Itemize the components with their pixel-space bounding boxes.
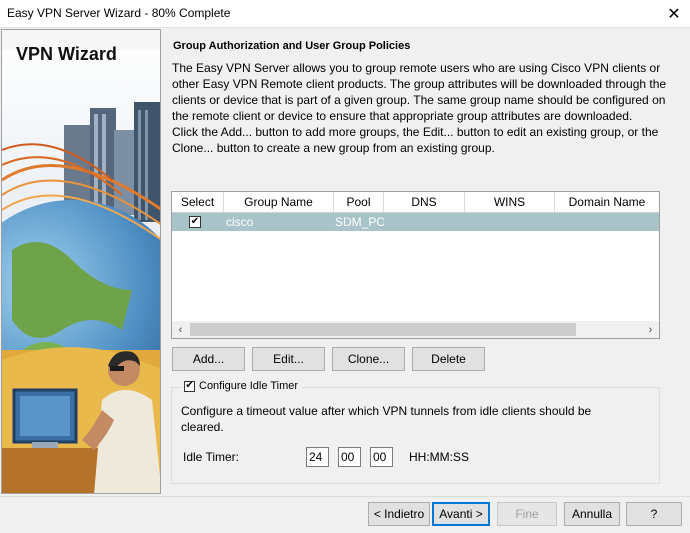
wizard-side-banner: VPN Wizard — [1, 29, 161, 494]
finish-button[interactable]: Fine — [497, 502, 557, 526]
idle-timer-help-line: Configure a timeout value after which VP… — [181, 404, 592, 418]
checkbox-checked-icon[interactable]: ✔ — [189, 216, 201, 228]
idle-hours-input[interactable]: 24 — [306, 447, 329, 467]
description-line: clients or device that is part of a give… — [172, 93, 666, 107]
row-select-cell[interactable]: ✔ — [172, 213, 224, 231]
idle-timer-toggle-label[interactable]: Configure Idle Timer — [199, 380, 298, 392]
description-text: The Easy VPN Server allows you to group … — [172, 60, 682, 156]
column-header-wins[interactable]: WINS — [465, 192, 555, 213]
edit-button[interactable]: Edit... — [252, 347, 325, 371]
table-row[interactable]: ✔ cisco SDM_PO — [172, 213, 659, 231]
title-bar: Easy VPN Server Wizard - 80% Complete ✕ — [0, 0, 690, 28]
next-button[interactable]: Avanti > — [432, 502, 490, 526]
page-heading: Group Authorization and User Group Polic… — [173, 40, 411, 52]
help-button[interactable]: ? — [626, 502, 682, 526]
vpn-wizard-illustration — [2, 30, 160, 493]
column-header-dns[interactable]: DNS — [384, 192, 465, 213]
scroll-right-icon[interactable]: › — [642, 321, 659, 338]
row-group-name: cisco — [226, 215, 254, 229]
description-line: the remote client or device to ensure th… — [172, 109, 633, 123]
checkbox-checked-icon[interactable]: ✔ — [184, 380, 195, 392]
column-header-domain-name[interactable]: Domain Name — [555, 192, 659, 213]
group-table[interactable]: Select Group Name Pool DNS WINS Domain N… — [171, 191, 660, 339]
back-button[interactable]: < Indietro — [368, 502, 430, 526]
idle-timer-group: ✔ Configure Idle Timer Configure a timeo… — [171, 380, 660, 484]
row-dns — [384, 213, 465, 231]
idle-seconds-input[interactable]: 00 — [370, 447, 393, 467]
wizard-content: Group Authorization and User Group Polic… — [170, 29, 685, 494]
row-domain-name — [555, 213, 659, 231]
idle-timer-help-line: cleared. — [181, 420, 224, 434]
idle-minutes-input[interactable]: 00 — [338, 447, 361, 467]
footer-divider — [0, 496, 690, 497]
description-line: other Easy VPN Remote client products. T… — [172, 77, 667, 91]
clone-button[interactable]: Clone... — [332, 347, 405, 371]
delete-button[interactable]: Delete — [412, 347, 485, 371]
cancel-button[interactable]: Annulla — [564, 502, 620, 526]
add-button[interactable]: Add... — [172, 347, 245, 371]
description-line: Clone... button to create a new group fr… — [172, 141, 495, 155]
scrollbar-thumb[interactable] — [190, 323, 576, 336]
window-title: Easy VPN Server Wizard - 80% Complete — [7, 6, 231, 20]
idle-timer-help: Configure a timeout value after which VP… — [181, 403, 651, 435]
idle-timer-format: HH:MM:SS — [409, 450, 469, 464]
column-header-pool[interactable]: Pool — [334, 192, 384, 213]
horizontal-scrollbar[interactable]: ‹ › — [172, 321, 659, 338]
idle-timer-toggle[interactable]: ✔ Configure Idle Timer — [180, 380, 303, 392]
column-header-group-name[interactable]: Group Name — [224, 192, 334, 213]
row-pool: SDM_PO — [335, 215, 384, 229]
side-banner-title: VPN Wizard — [16, 44, 117, 64]
description-line: The Easy VPN Server allows you to group … — [172, 61, 661, 75]
close-icon[interactable]: ✕ — [658, 0, 690, 28]
idle-timer-label: Idle Timer: — [183, 450, 240, 464]
column-header-select[interactable]: Select — [172, 192, 224, 213]
table-header: Select Group Name Pool DNS WINS Domain N… — [172, 192, 659, 213]
scroll-left-icon[interactable]: ‹ — [172, 321, 189, 338]
description-line: Click the Add... button to add more grou… — [172, 125, 659, 139]
row-wins — [465, 213, 555, 231]
